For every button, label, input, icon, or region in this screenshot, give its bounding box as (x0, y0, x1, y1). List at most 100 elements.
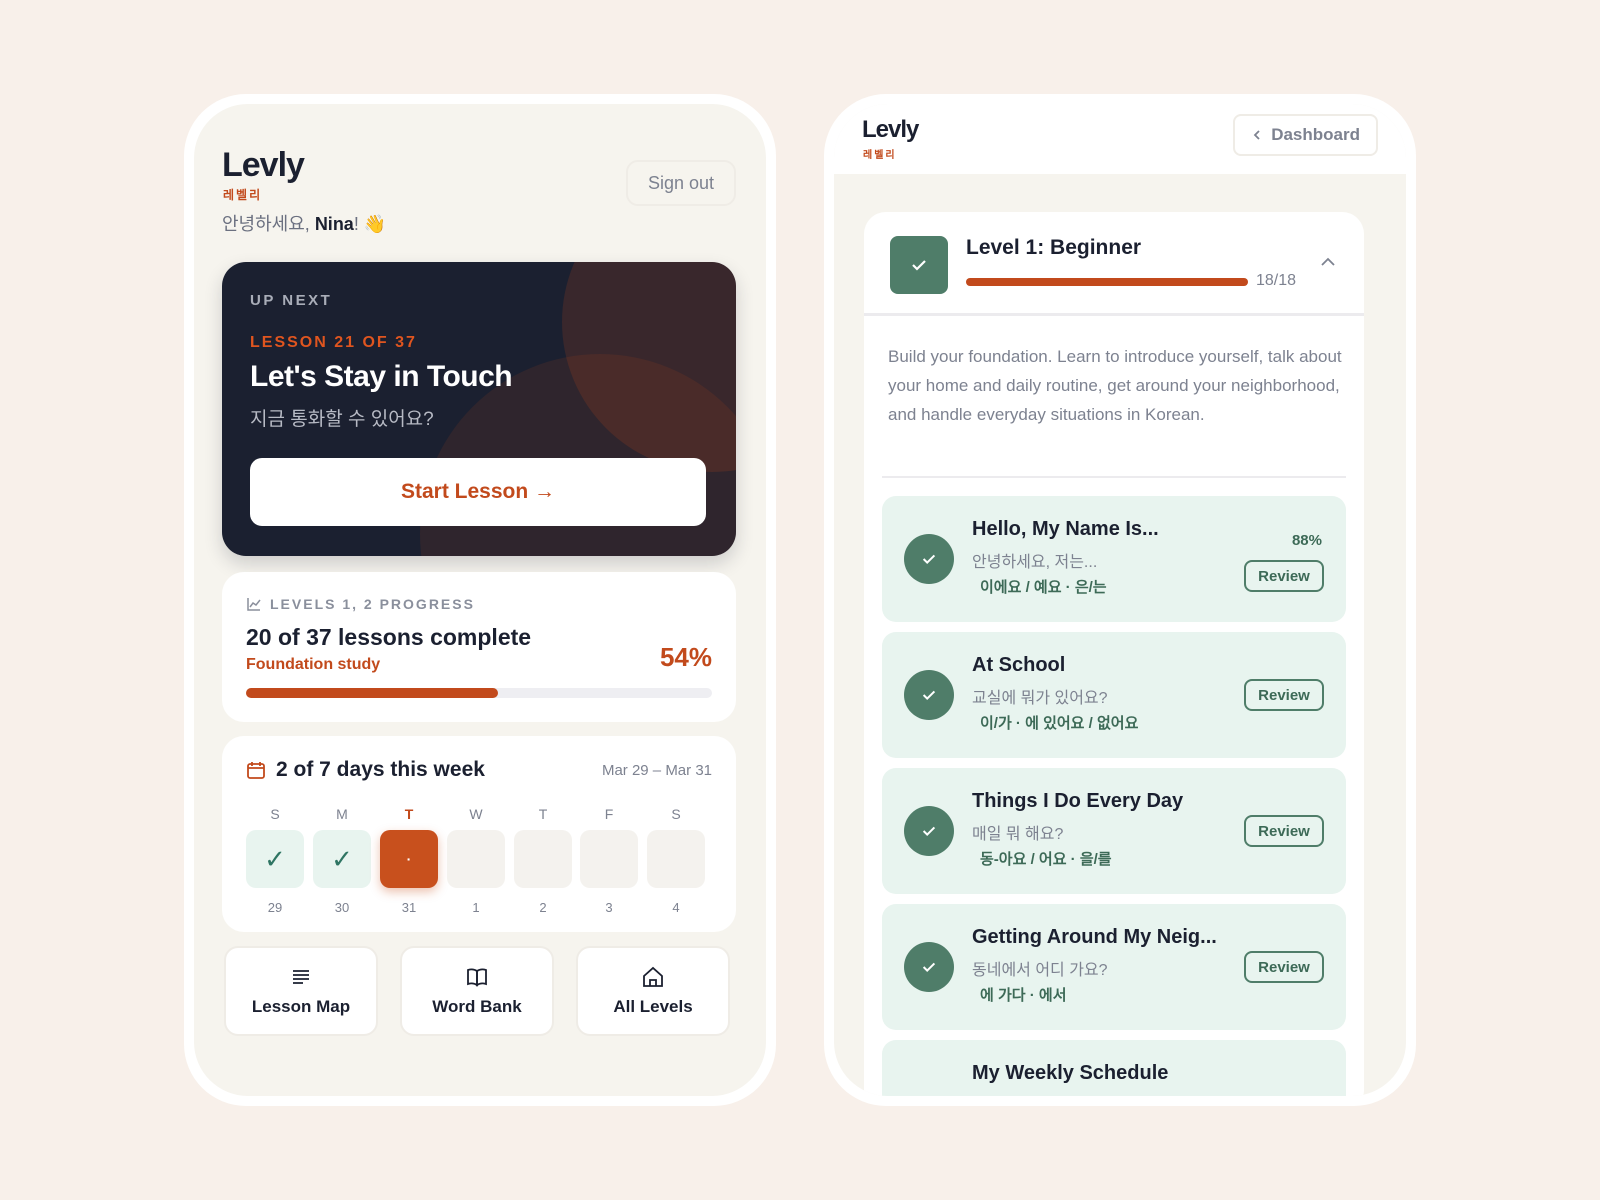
lesson-title: Hello, My Name Is... (972, 518, 1159, 540)
day-number: 2 (539, 900, 547, 915)
lesson-complete-badge (904, 806, 954, 856)
day-cell: F3 (580, 806, 638, 915)
level-screen: Levly 레벨리 Dashboard Level 1: Beginner 18… (834, 104, 1406, 1096)
level-card: Level 1: Beginner 18/18 Build your found… (864, 212, 1364, 1096)
home-icon (643, 966, 663, 987)
lesson-row[interactable]: At School 교실에 뭐가 있어요? 이/가 · 에 있어요 / 없어요 Rev… (882, 632, 1346, 758)
review-button[interactable]: Review (1244, 560, 1324, 592)
lesson-grammar: 이/가 · 에 있어요 / 없어요 (980, 715, 1139, 732)
lesson-korean: 매일 뭐 해요? (972, 826, 1064, 843)
day-letter: T (538, 806, 548, 822)
progress-label: LEVELS 1, 2 PROGRESS (246, 596, 475, 612)
chevron-left-icon (1253, 130, 1260, 140)
phone-frame-dashboard: Levly 레벨리 안녕하세요, Nina! 👋 Sign out UP NEX… (184, 94, 776, 1106)
word-bank-button[interactable]: Word Bank (400, 946, 554, 1036)
divider (882, 476, 1346, 478)
lesson-korean: 안녕하세요, 저는... (972, 554, 1098, 571)
day-number: 3 (605, 900, 613, 915)
day-number: 31 (401, 900, 417, 915)
lesson-title: At School (972, 654, 1066, 676)
day-number: 30 (334, 900, 350, 915)
lesson-row[interactable]: Hello, My Name Is... 안녕하세요, 저는... 이에요 / 예요… (882, 496, 1346, 622)
week-title: 2 of 7 days this week (246, 758, 485, 782)
day-cell: S ✓ 29 (246, 806, 304, 915)
greeting-prefix: 안녕하세요, (222, 214, 315, 234)
day-cell: T2 (514, 806, 572, 915)
day-box: · (380, 830, 438, 888)
lesson-map-label: Lesson Map (251, 997, 351, 1016)
week-streak-card: 2 of 7 days this week Mar 29 – Mar 31 S ✓… (222, 736, 736, 932)
lesson-row[interactable]: Things I Do Every Day 매일 뭐 해요? 동-아요 / 어요 ·… (882, 768, 1346, 894)
lesson-korean: 동네에서 어디 가요? (972, 962, 1108, 979)
level-title: Level 1: Beginner (966, 236, 1142, 259)
day-letter: S (270, 806, 280, 822)
progress-title: 20 of 37 lessons complete (246, 624, 532, 650)
day-cell: S4 (647, 806, 705, 915)
lesson-row[interactable]: Getting Around My Neig... 동네에서 어디 가요? 에 가다… (882, 904, 1346, 1030)
week-range: Mar 29 – Mar 31 (601, 762, 712, 779)
dashboard-back-button[interactable]: Dashboard (1233, 114, 1378, 156)
day-letter: M (336, 806, 348, 822)
review-button[interactable]: Review (1244, 815, 1324, 847)
day-number: 4 (672, 900, 680, 915)
day-number: 29 (267, 900, 283, 915)
start-lesson-button[interactable]: Start Lesson → (250, 458, 706, 526)
user-name: Nina (314, 214, 354, 234)
all-levels-button[interactable]: All Levels (576, 946, 730, 1036)
week-title-text: 2 of 7 days this week (276, 758, 485, 781)
review-button[interactable]: Review (1244, 679, 1324, 711)
all-levels-label: All Levels (613, 997, 693, 1016)
greeting-suffix: ! 👋 (353, 214, 387, 234)
level-complete-badge (890, 236, 948, 294)
phone-frame-level: Levly 레벨리 Dashboard Level 1: Beginner 18… (824, 94, 1416, 1106)
brand-logo: Levly (862, 116, 919, 143)
check-icon (922, 962, 936, 973)
brand-logo: Levly (222, 146, 305, 184)
book-icon (467, 968, 487, 987)
day-cell: M ✓ 30 (313, 806, 371, 915)
level-header[interactable]: Level 1: Beginner 18/18 (864, 212, 1364, 316)
day-box (514, 830, 572, 888)
lesson-grammar: 이에요 / 예요 · 은/는 (980, 579, 1107, 596)
calendar-icon (247, 762, 265, 779)
chevron-up-icon[interactable] (1318, 252, 1338, 272)
lesson-title-korean: 지금 통화할 수 있어요? (250, 409, 434, 430)
up-next-card: UP NEXT LESSON 21 OF 37 Let's Stay in To… (222, 262, 736, 556)
lesson-map-button[interactable]: Lesson Map (224, 946, 378, 1036)
word-bank-label: Word Bank (432, 997, 522, 1016)
progress-label-text: LEVELS 1, 2 PROGRESS (270, 596, 475, 612)
lesson-title: Things I Do Every Day (972, 790, 1184, 812)
check-icon (922, 826, 936, 837)
lesson-row[interactable]: My Weekly Schedule (882, 1040, 1346, 1096)
sign-out-button[interactable]: Sign out (625, 160, 736, 206)
check-icon (912, 260, 926, 271)
level-progress-bar (966, 278, 1248, 286)
lesson-title: Let's Stay in Touch (250, 360, 513, 393)
brand-logo-korean: 레벨리 (863, 150, 897, 161)
lesson-title: Getting Around My Neig... (972, 926, 1217, 948)
lesson-title: My Weekly Schedule (972, 1062, 1169, 1084)
day-box: ✓ (246, 830, 304, 888)
progress-card: LEVELS 1, 2 PROGRESS 20 of 37 lessons co… (222, 572, 736, 722)
day-box (580, 830, 638, 888)
day-letter: W (469, 806, 483, 822)
check-icon (922, 690, 936, 701)
day-box (647, 830, 705, 888)
level-count: 18/18 (1256, 272, 1297, 289)
progress-bar-fill (246, 688, 498, 698)
lesson-score: 88% (1291, 532, 1322, 549)
day-cell: T · 31 (380, 806, 438, 915)
level-description: Build your foundation. Learn to introduc… (888, 347, 1342, 424)
check-icon (922, 554, 936, 565)
lesson-complete-badge (904, 942, 954, 992)
lesson-grammar: 동-아요 / 어요 · 을/를 (980, 851, 1112, 868)
chart-icon (247, 598, 261, 611)
day-letter: S (671, 806, 681, 822)
day-number: 1 (472, 900, 480, 915)
dashboard-screen: Levly 레벨리 안녕하세요, Nina! 👋 Sign out UP NEX… (194, 104, 766, 1096)
progress-bar (246, 688, 712, 698)
lesson-complete-badge (904, 534, 954, 584)
brand-logo-korean: 레벨리 (223, 188, 263, 202)
lesson-korean: 교실에 뭐가 있어요? (972, 690, 1108, 707)
review-button[interactable]: Review (1244, 951, 1324, 983)
